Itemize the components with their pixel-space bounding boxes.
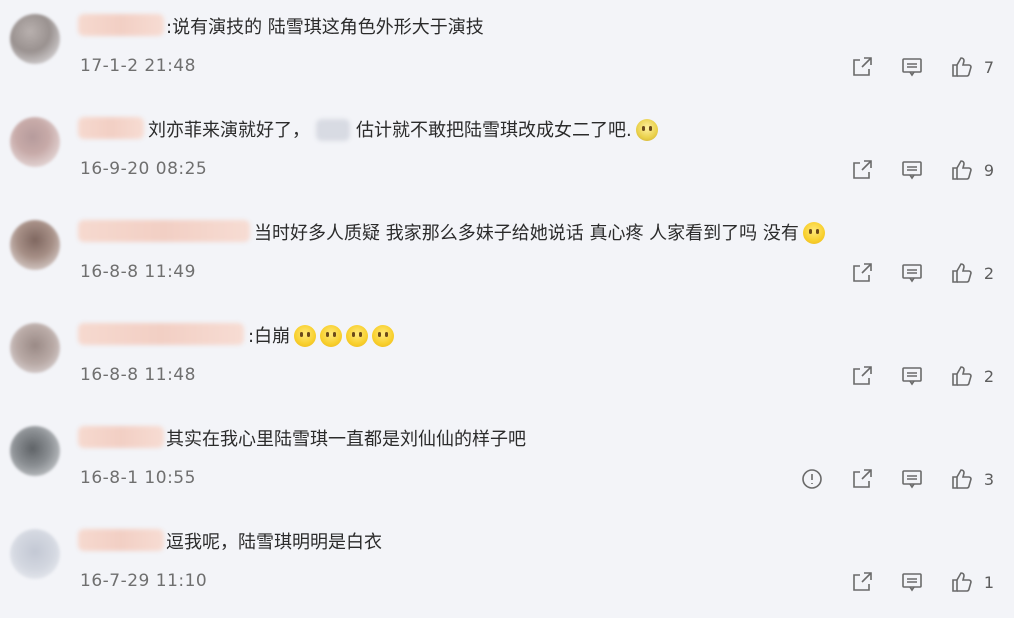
comment-text-part: 估计就不敢把陆雪琪改成女二了吧. bbox=[356, 120, 632, 141]
smile-emoji-icon bbox=[802, 221, 825, 244]
avatar[interactable] bbox=[10, 117, 60, 167]
thumbs-up-icon bbox=[952, 572, 972, 592]
reply-button[interactable] bbox=[900, 156, 924, 184]
comment-icon bbox=[902, 161, 922, 180]
comment-text-part: 当时好多人质疑 我家那么多妹子给她说话 真心疼 人家看到了吗 没有 bbox=[254, 223, 799, 244]
avatar[interactable] bbox=[10, 220, 60, 270]
reply-button[interactable] bbox=[900, 53, 924, 81]
like-button[interactable]: 9 bbox=[950, 156, 994, 184]
username-blurred[interactable] bbox=[78, 529, 164, 551]
reply-button[interactable] bbox=[900, 362, 924, 390]
reply-button[interactable] bbox=[900, 259, 924, 287]
share-icon bbox=[853, 572, 872, 591]
comment-time: 16-9-20 08:25 bbox=[80, 159, 208, 179]
share-icon bbox=[853, 469, 872, 488]
comment-time: 16-8-1 10:55 bbox=[80, 468, 196, 488]
comment-time: 16-7-29 11:10 bbox=[80, 571, 208, 591]
like-count: 2 bbox=[983, 263, 994, 283]
comment-actions: 2 bbox=[824, 258, 994, 288]
like-count: 9 bbox=[983, 160, 994, 180]
thumbs-up-icon bbox=[952, 160, 972, 180]
like-button[interactable]: 7 bbox=[950, 53, 994, 81]
comment-item: 其实在我心里陆雪琪一直都是刘仙仙的样子吧 16-8-1 10:55 3 bbox=[0, 412, 1014, 515]
comment-actions: 9 bbox=[824, 155, 994, 185]
comment-actions: 1 bbox=[824, 567, 994, 597]
comment-text: :说有演技的 陆雪琪这角色外形大于演技 bbox=[166, 17, 484, 38]
share-icon bbox=[853, 263, 872, 282]
comment-actions: 7 bbox=[824, 52, 994, 82]
comment-icon bbox=[902, 58, 922, 77]
like-count: 7 bbox=[983, 57, 994, 77]
comment-time: 16-8-8 11:48 bbox=[80, 365, 196, 385]
mention-blurred[interactable] bbox=[316, 118, 350, 141]
like-button[interactable]: 2 bbox=[950, 362, 994, 390]
share-icon bbox=[853, 57, 872, 76]
reply-button[interactable] bbox=[900, 568, 924, 596]
comment-text: 刘亦菲来演就好了， 估计就不敢把陆雪琪改成女二了吧. bbox=[148, 118, 658, 143]
share-button[interactable] bbox=[850, 465, 874, 493]
share-icon bbox=[853, 366, 872, 385]
share-button[interactable] bbox=[850, 259, 874, 287]
report-icon bbox=[802, 469, 822, 489]
comment-actions: 2 bbox=[824, 361, 994, 391]
comment-item: 刘亦菲来演就好了， 估计就不敢把陆雪琪改成女二了吧. 16-9-20 08:25 … bbox=[0, 103, 1014, 206]
comment-feed: :说有演技的 陆雪琪这角色外形大于演技 17-1-2 21:48 7 刘亦菲来演… bbox=[0, 0, 1014, 598]
reply-button[interactable] bbox=[900, 465, 924, 493]
like-button[interactable]: 1 bbox=[950, 568, 994, 596]
username-blurred[interactable] bbox=[78, 323, 244, 345]
like-button[interactable]: 3 bbox=[950, 465, 994, 493]
avatar[interactable] bbox=[10, 426, 60, 476]
like-count: 1 bbox=[983, 572, 994, 592]
username-blurred[interactable] bbox=[78, 117, 144, 139]
thumbs-up-icon bbox=[952, 469, 972, 489]
smile-emoji-icon bbox=[346, 324, 369, 347]
comment-text: 逗我呢，陆雪琪明明是白衣 bbox=[166, 532, 382, 553]
comment-icon bbox=[902, 264, 922, 283]
share-button[interactable] bbox=[850, 53, 874, 81]
comment-icon bbox=[902, 573, 922, 592]
like-count: 3 bbox=[983, 469, 994, 489]
share-icon bbox=[853, 160, 872, 179]
comment-time: 16-8-8 11:49 bbox=[80, 262, 196, 282]
comment-text: 其实在我心里陆雪琪一直都是刘仙仙的样子吧 bbox=[166, 429, 526, 450]
comment-item: :白崩 16-8-8 11:48 2 bbox=[0, 309, 1014, 412]
comment-time: 17-1-2 21:48 bbox=[80, 56, 196, 76]
smile-emoji-icon bbox=[294, 324, 317, 347]
smile-emoji-icon bbox=[372, 324, 395, 347]
like-count: 2 bbox=[983, 366, 994, 386]
thumbs-up-icon bbox=[952, 366, 972, 386]
share-button[interactable] bbox=[850, 568, 874, 596]
comment-text-part: 刘亦菲来演就好了， bbox=[148, 120, 310, 141]
comment-item: 当时好多人质疑 我家那么多妹子给她说话 真心疼 人家看到了吗 没有 16-8-8… bbox=[0, 206, 1014, 309]
username-blurred[interactable] bbox=[78, 220, 250, 242]
username-blurred[interactable] bbox=[78, 426, 164, 448]
comment-item: 逗我呢，陆雪琪明明是白衣 16-7-29 11:10 1 bbox=[0, 515, 1014, 618]
comment-actions: 3 bbox=[774, 464, 994, 494]
share-button[interactable] bbox=[850, 156, 874, 184]
comment-item: :说有演技的 陆雪琪这角色外形大于演技 17-1-2 21:48 7 bbox=[0, 0, 1014, 103]
avatar[interactable] bbox=[10, 323, 60, 373]
thumbs-up-icon bbox=[952, 263, 972, 283]
avatar[interactable] bbox=[10, 529, 60, 579]
report-button[interactable] bbox=[800, 465, 824, 493]
username-blurred[interactable] bbox=[78, 14, 164, 36]
comment-icon bbox=[902, 367, 922, 386]
crying-emoji-icon bbox=[635, 118, 658, 141]
comment-text: :白崩 bbox=[248, 324, 395, 349]
comment-text-part: :白崩 bbox=[248, 326, 291, 347]
comment-icon bbox=[902, 470, 922, 489]
avatar[interactable] bbox=[10, 14, 60, 64]
like-button[interactable]: 2 bbox=[950, 259, 994, 287]
share-button[interactable] bbox=[850, 362, 874, 390]
thumbs-up-icon bbox=[952, 57, 972, 77]
comment-text: 当时好多人质疑 我家那么多妹子给她说话 真心疼 人家看到了吗 没有 bbox=[254, 221, 825, 246]
smile-emoji-icon bbox=[320, 324, 343, 347]
